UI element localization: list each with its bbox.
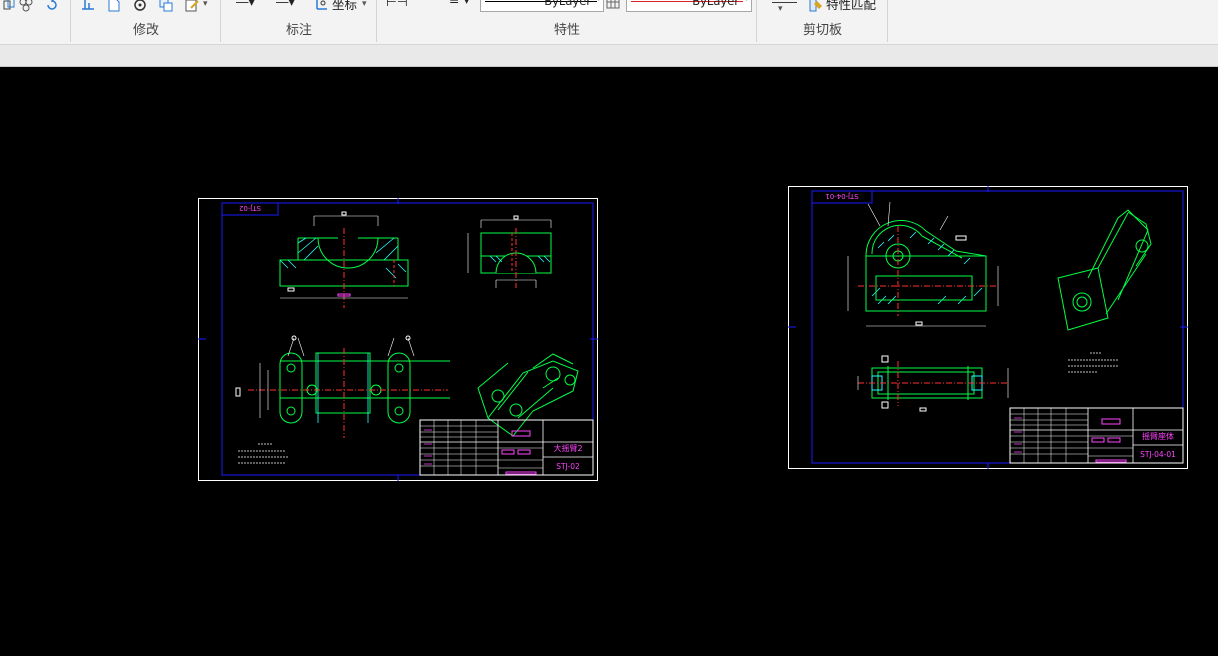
drawing-number: STJ-04-01 [1140, 450, 1176, 459]
match-properties-icon[interactable] [808, 0, 824, 13]
dropdown-arrow-icon[interactable]: ▾ [203, 0, 208, 9]
panel-label-properties: 特性 [554, 23, 581, 38]
panel-label-annotation: 标注 [286, 23, 313, 38]
panel-label-clipboard: 剪切板 [803, 23, 843, 38]
lineweight-icon[interactable]: ≡ ▾ [449, 0, 470, 7]
top-view [857, 355, 1009, 412]
paste-button[interactable]: ―― [772, 0, 797, 9]
array-icon[interactable] [106, 0, 122, 13]
coordinate-button[interactable]: 坐标 [332, 0, 357, 13]
title-block: 摇臂座体 STJ-04-01 [1009, 407, 1184, 464]
front-view [847, 201, 999, 327]
coordinate-icon[interactable] [314, 0, 330, 12]
sheet-border [221, 202, 594, 476]
front-view [279, 211, 409, 308]
circle-point-icon[interactable] [132, 0, 148, 13]
technical-notes [1068, 352, 1118, 373]
isometric-view [477, 353, 579, 437]
sheet-border [811, 190, 1184, 464]
drawing-sheet-left[interactable]: STJ-02 大摇臂2 STJ-02 [198, 198, 598, 481]
separator [376, 0, 377, 42]
dropdown-arrow-icon[interactable]: ▾ [778, 4, 783, 14]
linetype-value: ByLayer [544, 0, 591, 8]
edit-icon[interactable] [184, 0, 200, 13]
title-name: 大摇臂2 [553, 443, 582, 453]
model-space-canvas[interactable]: STJ-02 大摇臂2 STJ-02 STJ-04-01 摇臂座体 STJ-04… [0, 67, 1218, 656]
file-tab-strip [0, 45, 1218, 67]
ribbon: ▾ 修改 ―▾ ―▾ 坐标 ▾ 标注 ⊢⊣ ≡ ▾ ByLayer ▾ ByLa… [0, 0, 1218, 45]
separator [70, 0, 71, 42]
dimension-menu[interactable]: ―▾ [236, 0, 255, 9]
linetype-select[interactable]: ByLayer ▾ [480, 0, 604, 12]
group-icon[interactable] [18, 0, 34, 13]
drawing-number: STJ-02 [556, 462, 580, 471]
top-view [235, 335, 450, 438]
color-grid-icon [606, 0, 620, 9]
sheet-tag: STJ-04-01 [825, 192, 858, 200]
separator [756, 0, 757, 42]
sheet-tag: STJ-02 [239, 204, 261, 212]
sheet-frame [788, 186, 1188, 469]
separator [220, 0, 221, 42]
offset-icon[interactable] [2, 0, 18, 13]
drawing-sheet-right[interactable]: STJ-04-01 摇臂座体 STJ-04-01 [788, 186, 1188, 469]
technical-notes [238, 443, 288, 464]
dropdown-arrow-icon: ▾ [596, 0, 601, 4]
side-view [467, 215, 552, 288]
color-select[interactable]: ByLayer ▾ [626, 0, 752, 12]
isometric-view [1057, 209, 1152, 331]
match-properties-button[interactable]: 特性匹配 [826, 0, 876, 13]
copy-icon[interactable] [158, 0, 174, 13]
rotate-icon[interactable] [44, 0, 60, 13]
leader-menu[interactable]: ―▾ [276, 0, 295, 9]
panel-label-modify: 修改 [133, 23, 160, 38]
title-block: 大摇臂2 STJ-02 [419, 419, 594, 476]
separator [887, 0, 888, 42]
color-value: ByLayer [692, 0, 739, 8]
align-icon[interactable] [80, 0, 96, 13]
dropdown-arrow-icon: ▾ [744, 0, 749, 4]
title-name: 摇臂座体 [1142, 431, 1174, 441]
dropdown-arrow-icon[interactable]: ▾ [362, 0, 367, 9]
layer-match-menu[interactable]: ⊢⊣ [386, 0, 408, 9]
